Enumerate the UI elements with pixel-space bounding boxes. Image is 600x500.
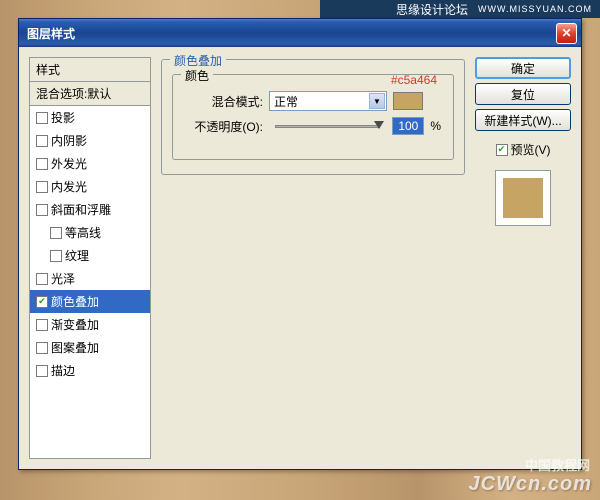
settings-panel: 颜色叠加 颜色 #c5a464 混合模式: 正常 ▼ 不透明度(O): <box>155 57 471 459</box>
preview-swatch <box>503 178 543 218</box>
preview-toggle[interactable]: ✔ 预览(V) <box>475 141 571 158</box>
layer-style-dialog: 图层样式 ✕ 样式 混合选项:默认 投影内阴影外发光内发光斜面和浮雕等高线纹理光… <box>18 18 582 470</box>
style-item[interactable]: 图案叠加 <box>30 336 150 359</box>
color-group: 颜色 #c5a464 混合模式: 正常 ▼ 不透明度(O): <box>172 74 454 160</box>
reset-button[interactable]: 复位 <box>475 83 571 105</box>
opacity-unit: % <box>430 119 441 133</box>
style-item[interactable]: 渐变叠加 <box>30 313 150 336</box>
site-url: WWW.MISSYUAN.COM <box>478 4 592 14</box>
hex-annotation: #c5a464 <box>391 73 437 87</box>
style-item-label: 斜面和浮雕 <box>51 201 111 218</box>
style-item[interactable]: 外发光 <box>30 152 150 175</box>
watermark-text-2: JCWcn.com <box>469 473 592 496</box>
style-item[interactable]: 内阴影 <box>30 129 150 152</box>
style-item-label: 描边 <box>51 362 75 379</box>
titlebar[interactable]: 图层样式 ✕ <box>19 19 581 47</box>
dialog-title: 图层样式 <box>27 25 556 42</box>
opacity-input[interactable]: 100 <box>392 117 424 135</box>
style-checkbox[interactable] <box>36 158 48 170</box>
style-checkbox[interactable] <box>36 342 48 354</box>
style-item-label: 纹理 <box>65 247 89 264</box>
style-checkbox[interactable]: ✔ <box>36 296 48 308</box>
site-header: 思缘设计论坛 WWW.MISSYUAN.COM <box>320 0 600 18</box>
style-checkbox[interactable] <box>36 135 48 147</box>
chevron-down-icon: ▼ <box>369 93 385 109</box>
style-checkbox[interactable] <box>50 250 62 262</box>
style-item[interactable]: 内发光 <box>30 175 150 198</box>
styles-header[interactable]: 样式 <box>30 58 150 82</box>
style-checkbox[interactable] <box>36 365 48 377</box>
style-item-label: 光泽 <box>51 270 75 287</box>
style-item-label: 内阴影 <box>51 132 87 149</box>
preview-label: 预览(V) <box>511 141 551 158</box>
style-item-label: 内发光 <box>51 178 87 195</box>
color-swatch[interactable] <box>393 92 423 110</box>
dialog-body: 样式 混合选项:默认 投影内阴影外发光内发光斜面和浮雕等高线纹理光泽✔颜色叠加渐… <box>19 47 581 469</box>
watermark-text-1: 中国教程网 <box>525 455 590 474</box>
new-style-button[interactable]: 新建样式(W)... <box>475 109 571 131</box>
style-item[interactable]: 投影 <box>30 106 150 129</box>
style-item-label: 等高线 <box>65 224 101 241</box>
preview-checkbox[interactable]: ✔ <box>496 144 508 156</box>
style-item-label: 图案叠加 <box>51 339 99 356</box>
blend-mode-select[interactable]: 正常 ▼ <box>269 91 387 111</box>
style-checkbox[interactable] <box>36 112 48 124</box>
style-item[interactable]: 纹理 <box>30 244 150 267</box>
styles-panel: 样式 混合选项:默认 投影内阴影外发光内发光斜面和浮雕等高线纹理光泽✔颜色叠加渐… <box>29 57 151 459</box>
blend-defaults[interactable]: 混合选项:默认 <box>30 82 150 106</box>
site-name: 思缘设计论坛 <box>396 1 468 18</box>
style-item[interactable]: 斜面和浮雕 <box>30 198 150 221</box>
close-icon: ✕ <box>561 26 571 40</box>
blend-mode-label: 混合模式: <box>185 93 263 110</box>
style-checkbox[interactable] <box>36 181 48 193</box>
style-checkbox[interactable] <box>36 319 48 331</box>
color-legend: 颜色 <box>181 67 213 84</box>
style-checkbox[interactable] <box>50 227 62 239</box>
style-checkbox[interactable] <box>36 273 48 285</box>
opacity-slider[interactable] <box>275 125 380 128</box>
style-item[interactable]: 光泽 <box>30 267 150 290</box>
action-panel: 确定 复位 新建样式(W)... ✔ 预览(V) <box>475 57 571 459</box>
style-item[interactable]: 等高线 <box>30 221 150 244</box>
style-item-label: 外发光 <box>51 155 87 172</box>
ok-button[interactable]: 确定 <box>475 57 571 79</box>
style-item[interactable]: 描边 <box>30 359 150 382</box>
style-item-label: 投影 <box>51 109 75 126</box>
slider-thumb-icon <box>374 121 384 129</box>
preview-box <box>495 170 551 226</box>
blend-mode-row: 混合模式: 正常 ▼ <box>185 91 441 111</box>
style-checkbox[interactable] <box>36 204 48 216</box>
style-item[interactable]: ✔颜色叠加 <box>30 290 150 313</box>
color-overlay-group: 颜色叠加 颜色 #c5a464 混合模式: 正常 ▼ 不透明度(O): <box>161 59 465 175</box>
style-item-label: 渐变叠加 <box>51 316 99 333</box>
close-button[interactable]: ✕ <box>556 23 577 44</box>
blend-mode-value: 正常 <box>274 93 298 110</box>
opacity-row: 不透明度(O): 100 % <box>185 117 441 135</box>
style-item-label: 颜色叠加 <box>51 293 99 310</box>
opacity-label: 不透明度(O): <box>185 118 263 135</box>
style-list: 投影内阴影外发光内发光斜面和浮雕等高线纹理光泽✔颜色叠加渐变叠加图案叠加描边 <box>30 106 150 458</box>
